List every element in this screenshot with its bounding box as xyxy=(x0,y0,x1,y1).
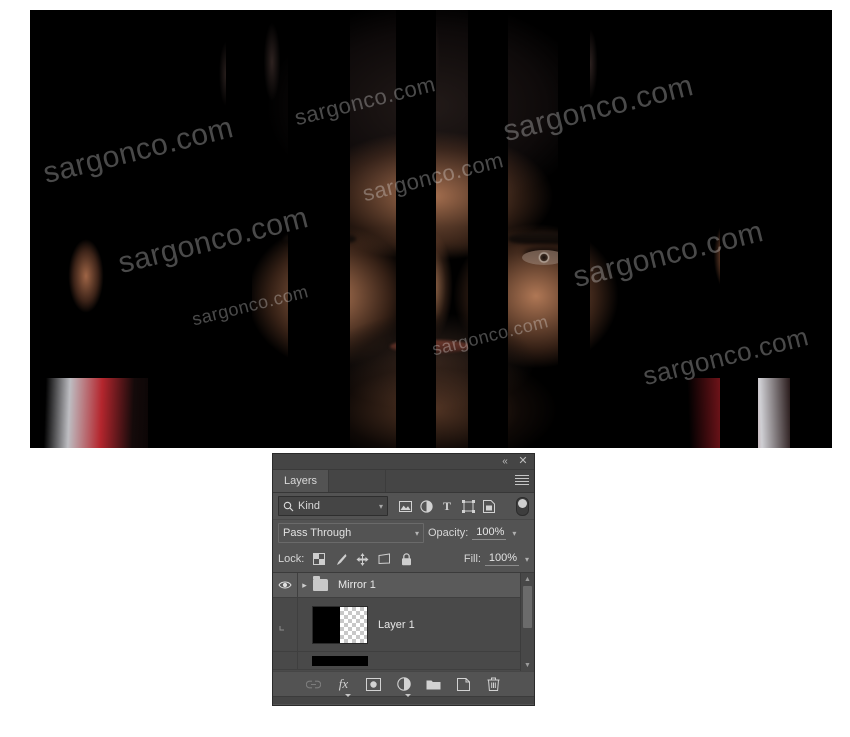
filter-pixel-layers-icon[interactable] xyxy=(398,499,412,513)
lock-transparent-pixels-icon[interactable] xyxy=(312,553,325,566)
lock-label: Lock: xyxy=(278,553,305,565)
filter-type-layers-icon[interactable]: T xyxy=(440,499,454,513)
fill-value[interactable]: 100% xyxy=(484,552,519,566)
layer-list-scrollbar[interactable]: ▲ ▼ xyxy=(520,573,534,671)
lock-all-icon[interactable] xyxy=(400,552,413,566)
black-stripe-5 xyxy=(468,10,508,448)
black-stripe-1 xyxy=(148,10,176,448)
image-canvas[interactable]: sargonco.com sargonco.com sargonco.com sarg… xyxy=(30,10,832,448)
fill-label: Fill: xyxy=(463,553,481,565)
filter-kind-label: Kind xyxy=(298,500,321,512)
close-icon[interactable]: ✕ xyxy=(516,455,530,468)
scroll-up-icon[interactable]: ▲ xyxy=(521,573,534,585)
lock-position-icon[interactable] xyxy=(356,552,369,566)
panel-footer-toolbar: fx xyxy=(273,671,534,697)
search-icon xyxy=(283,501,294,511)
layer-visibility-toggle[interactable] xyxy=(273,652,298,669)
filter-shape-layers-icon[interactable] xyxy=(461,499,475,513)
filter-adjustment-layers-icon[interactable] xyxy=(419,499,433,513)
black-stripe-4 xyxy=(396,10,436,448)
blend-mode-row: Pass Through ▾ Opacity: 100% ▾ xyxy=(273,520,534,546)
new-adjustment-layer-button[interactable] xyxy=(396,676,412,697)
hamburger-menu-icon[interactable] xyxy=(515,475,529,487)
lock-row: Lock: Fill: 100% ▾ xyxy=(273,546,534,572)
folder-icon xyxy=(313,576,328,591)
black-stripe-8 xyxy=(720,10,758,448)
tab-layers[interactable]: Layers xyxy=(273,470,330,492)
black-stripe-7 xyxy=(630,10,684,448)
caret-down-icon xyxy=(344,694,351,697)
layer-thumbnail[interactable] xyxy=(312,605,368,644)
blend-mode-value: Pass Through xyxy=(283,527,352,539)
layer-list[interactable]: ▸ Mirror 1 Layer 1 ▲ ▼ xyxy=(273,572,534,671)
eye-icon xyxy=(278,581,292,589)
layer-visibility-toggle[interactable] xyxy=(273,598,298,651)
filter-enable-toggle[interactable] xyxy=(516,496,529,516)
layers-panel[interactable]: « ✕ Layers Kind ▾ T Pass Through ▾ Opaci… xyxy=(272,453,535,706)
new-group-button[interactable] xyxy=(426,676,442,692)
layer-filter-row: Kind ▾ T xyxy=(273,493,534,520)
layer-name[interactable]: Layer 1 xyxy=(378,619,415,631)
lock-icons xyxy=(312,552,413,566)
fill-chevron-down-icon[interactable]: ▾ xyxy=(523,555,529,564)
filter-smart-object-icon[interactable] xyxy=(482,499,496,513)
tab-empty[interactable] xyxy=(329,470,387,492)
scroll-down-icon[interactable]: ▼ xyxy=(521,659,534,671)
caret-down-icon xyxy=(404,694,411,697)
chevron-down-icon[interactable]: ▾ xyxy=(379,502,383,511)
lock-artboard-nesting-icon[interactable] xyxy=(378,553,391,566)
delete-layer-button[interactable] xyxy=(486,676,502,692)
add-layer-mask-button[interactable] xyxy=(366,676,382,692)
black-stripe-3 xyxy=(288,10,350,448)
layer-thumbnail[interactable] xyxy=(312,655,368,666)
table-row[interactable]: ▸ Mirror 1 xyxy=(273,573,534,598)
black-stripe-6 xyxy=(558,10,590,448)
chevron-down-icon[interactable]: ▾ xyxy=(415,529,419,538)
new-layer-button[interactable] xyxy=(456,676,472,692)
layer-style-button[interactable]: fx xyxy=(336,676,352,697)
opacity-value[interactable]: 100% xyxy=(472,526,507,540)
blend-mode-select[interactable]: Pass Through ▾ xyxy=(278,523,424,543)
layer-visibility-toggle[interactable] xyxy=(273,573,298,597)
black-stripe-9 xyxy=(790,10,832,448)
opacity-chevron-down-icon[interactable]: ▾ xyxy=(510,529,516,538)
eye-off-icon xyxy=(279,625,284,630)
opacity-label: Opacity: xyxy=(428,527,469,539)
thumbnail-black-half xyxy=(313,606,340,643)
scrollbar-thumb[interactable] xyxy=(523,586,532,628)
lock-image-pixels-icon[interactable] xyxy=(334,553,347,566)
table-row[interactable]: Layer 1 xyxy=(273,598,534,652)
thumbnail-transparent-half xyxy=(340,606,367,643)
filter-kind-select[interactable]: Kind ▾ xyxy=(278,496,388,516)
collapse-panel-icon[interactable]: « xyxy=(498,455,512,468)
filter-type-icons: T xyxy=(398,499,496,513)
panel-resize-handle[interactable] xyxy=(273,696,534,704)
black-stripe-2 xyxy=(226,10,252,448)
tab-layers-label: Layers xyxy=(284,475,318,487)
panel-tabs: Layers xyxy=(273,470,534,493)
panel-titlebar: « ✕ xyxy=(273,454,534,470)
link-layers-button[interactable] xyxy=(306,676,322,692)
table-row[interactable] xyxy=(273,652,534,670)
layer-name[interactable]: Mirror 1 xyxy=(338,579,376,591)
chevron-right-icon[interactable]: ▸ xyxy=(298,580,311,591)
